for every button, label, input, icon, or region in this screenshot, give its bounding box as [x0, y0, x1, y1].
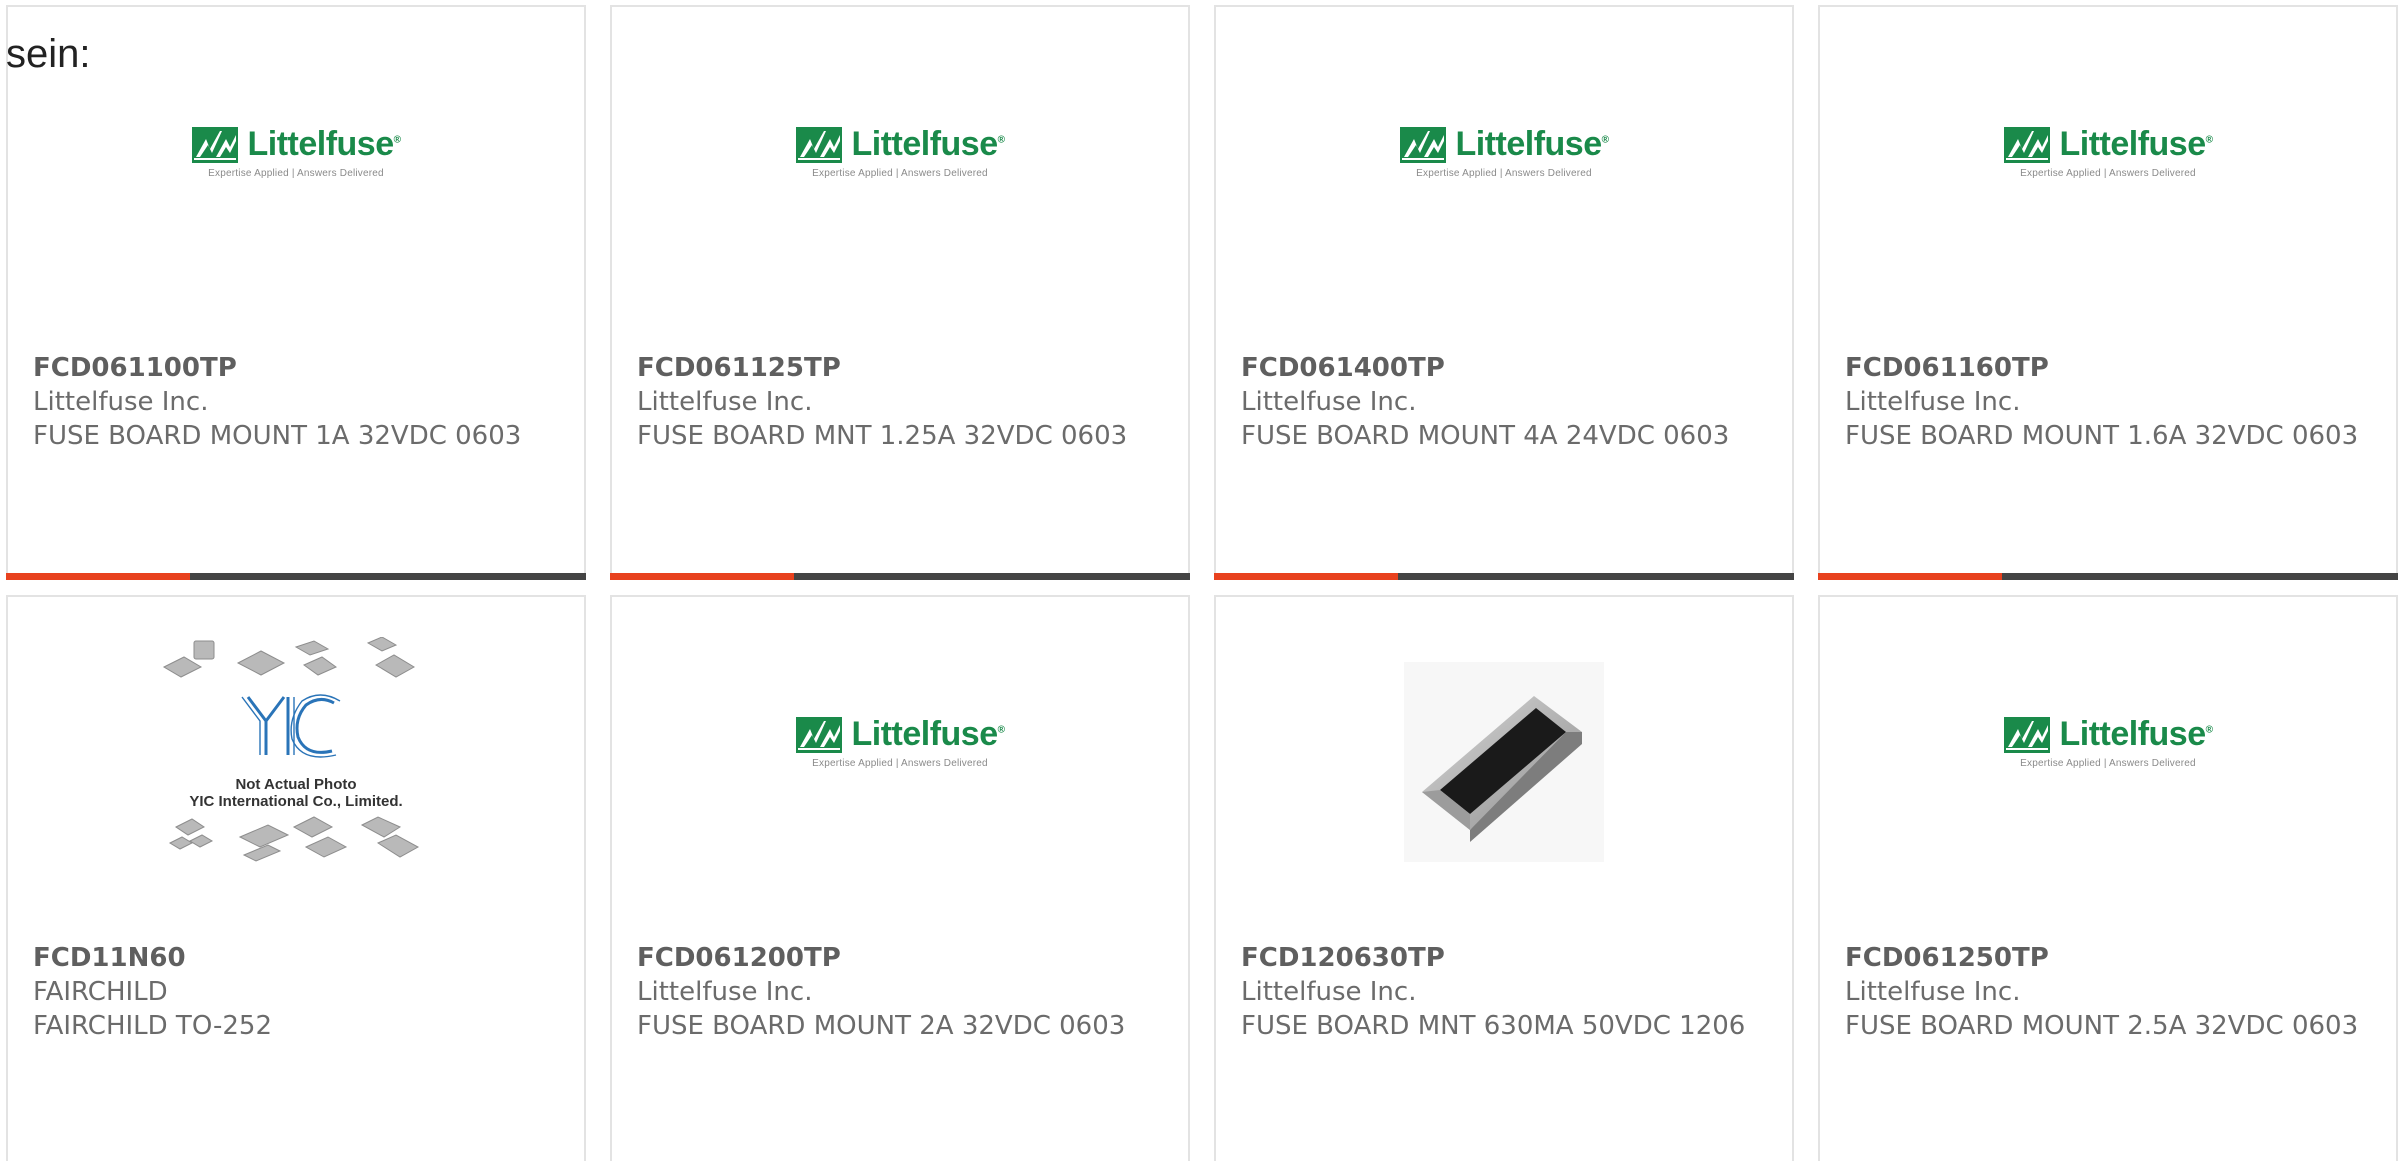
littelfuse-mark-icon	[1399, 126, 1446, 163]
littelfuse-logo: Littelfuse® Expertise Applied | Answers …	[2003, 715, 2213, 769]
card-bar-track	[190, 573, 586, 580]
manufacturer-name: Littelfuse Inc.	[637, 387, 813, 417]
smd-chip-photo	[1404, 662, 1604, 862]
part-number-link[interactable]: FCD061250TP	[1845, 941, 2376, 975]
product-card[interactable]: Littelfuse® Expertise Applied | Answers …	[610, 5, 1190, 580]
product-card[interactable]: Littelfuse® Expertise Applied | Answers …	[1818, 5, 2398, 580]
product-card[interactable]: Littelfuse® Expertise Applied | Answers …	[6, 5, 586, 580]
product-description: FUSE BOARD MOUNT 1.6A 32VDC 0603	[1845, 421, 2359, 451]
product-image[interactable]: Littelfuse® Expertise Applied | Answers …	[1820, 47, 2396, 297]
part-number-link[interactable]: FCD061160TP	[1845, 351, 2376, 385]
card-bar-accent	[1818, 573, 2002, 580]
product-grid: Littelfuse® Expertise Applied | Answers …	[6, 5, 2398, 1161]
lead-text: sein:	[6, 32, 91, 76]
product-description: FUSE BOARD MOUNT 4A 24VDC 0603	[1241, 421, 1730, 451]
product-description: FUSE BOARD MNT 630MA 50VDC 1206	[1241, 1011, 1746, 1041]
littelfuse-wordmark: Littelfuse®	[2059, 715, 2213, 753]
card-bottom-bar	[1214, 573, 1794, 580]
product-image[interactable]: Littelfuse® Expertise Applied | Answers …	[1820, 637, 2396, 887]
manufacturer-name: Littelfuse Inc.	[33, 387, 209, 417]
product-description: FUSE BOARD MOUNT 1A 32VDC 0603	[33, 421, 522, 451]
product-info: FCD061100TP Littelfuse Inc. FUSE BOARD M…	[33, 351, 564, 453]
product-card[interactable]: Littelfuse® Expertise Applied | Answers …	[610, 595, 1190, 1161]
manufacturer-name: Littelfuse Inc.	[1241, 387, 1417, 417]
package-outlines-icon	[162, 636, 420, 862]
littelfuse-wordmark: Littelfuse®	[851, 715, 1005, 753]
card-bar-accent	[6, 573, 190, 580]
card-bar-track	[2002, 573, 2398, 580]
product-image[interactable]: Littelfuse® Expertise Applied | Answers …	[1216, 47, 1792, 297]
product-image[interactable]: Littelfuse® Expertise Applied | Answers …	[612, 637, 1188, 887]
product-info: FCD11N60 FAIRCHILD FAIRCHILD TO-252	[33, 941, 564, 1043]
littelfuse-tagline: Expertise Applied | Answers Delivered	[1416, 168, 1592, 179]
littelfuse-tagline: Expertise Applied | Answers Delivered	[2020, 168, 2196, 179]
product-description: FAIRCHILD TO-252	[33, 1011, 273, 1041]
product-image[interactable]: Littelfuse® Expertise Applied | Answers …	[612, 47, 1188, 297]
product-image[interactable]: Littelfuse® Expertise Applied | Answers …	[8, 47, 584, 297]
part-number-link[interactable]: FCD061200TP	[637, 941, 1168, 975]
littelfuse-wordmark: Littelfuse®	[2059, 125, 2213, 163]
littelfuse-logo: Littelfuse® Expertise Applied | Answers …	[1399, 125, 1609, 179]
product-info: FCD120630TP Littelfuse Inc. FUSE BOARD M…	[1241, 941, 1772, 1043]
manufacturer-name: FAIRCHILD	[33, 977, 168, 1007]
product-info: FCD061400TP Littelfuse Inc. FUSE BOARD M…	[1241, 351, 1772, 453]
product-card[interactable]: Littelfuse® Expertise Applied | Answers …	[1818, 595, 2398, 1161]
product-info: FCD061125TP Littelfuse Inc. FUSE BOARD M…	[637, 351, 1168, 453]
part-number-link[interactable]: FCD11N60	[33, 941, 564, 975]
littelfuse-tagline: Expertise Applied | Answers Delivered	[812, 758, 988, 769]
littelfuse-mark-icon	[795, 126, 842, 163]
card-bottom-bar	[6, 573, 586, 580]
part-number-link[interactable]: FCD061400TP	[1241, 351, 1772, 385]
littelfuse-wordmark: Littelfuse®	[851, 125, 1005, 163]
smd-resistor-icon	[1422, 696, 1582, 842]
card-bar-track	[794, 573, 1190, 580]
card-bottom-bar	[610, 573, 1190, 580]
littelfuse-tagline: Expertise Applied | Answers Delivered	[208, 168, 384, 179]
littelfuse-tagline: Expertise Applied | Answers Delivered	[2020, 758, 2196, 769]
product-description: FUSE BOARD MNT 1.25A 32VDC 0603	[637, 421, 1128, 451]
littelfuse-logo: Littelfuse® Expertise Applied | Answers …	[795, 715, 1005, 769]
product-card[interactable]: Littelfuse® Expertise Applied | Answers …	[1214, 5, 1794, 580]
part-number-link[interactable]: FCD061100TP	[33, 351, 564, 385]
card-bottom-bar	[1818, 573, 2398, 580]
product-description: FUSE BOARD MOUNT 2.5A 32VDC 0603	[1845, 1011, 2359, 1041]
littelfuse-wordmark: Littelfuse®	[247, 125, 401, 163]
product-image[interactable]: Not Actual Photo YIC International Co., …	[8, 636, 584, 887]
product-description: FUSE BOARD MOUNT 2A 32VDC 0603	[637, 1011, 1126, 1041]
littelfuse-logo: Littelfuse® Expertise Applied | Answers …	[2003, 125, 2213, 179]
card-bar-track	[1398, 573, 1794, 580]
product-results-page: sein: Littelfuse® Expertise Applied | An…	[0, 0, 2400, 1161]
littelfuse-mark-icon	[795, 716, 842, 753]
product-image[interactable]	[1216, 637, 1792, 887]
product-info: FCD061160TP Littelfuse Inc. FUSE BOARD M…	[1845, 351, 2376, 453]
littelfuse-mark-icon	[191, 126, 238, 163]
card-bar-accent	[1214, 573, 1398, 580]
manufacturer-name: Littelfuse Inc.	[1845, 977, 2021, 1007]
manufacturer-name: Littelfuse Inc.	[637, 977, 813, 1007]
product-info: FCD061200TP Littelfuse Inc. FUSE BOARD M…	[637, 941, 1168, 1043]
product-card[interactable]: FCD120630TP Littelfuse Inc. FUSE BOARD M…	[1214, 595, 1794, 1161]
littelfuse-mark-icon	[2003, 126, 2050, 163]
card-bar-accent	[610, 573, 794, 580]
product-card[interactable]: Not Actual Photo YIC International Co., …	[6, 595, 586, 1161]
part-number-link[interactable]: FCD120630TP	[1241, 941, 1772, 975]
littelfuse-logo: Littelfuse® Expertise Applied | Answers …	[191, 125, 401, 179]
littelfuse-mark-icon	[2003, 716, 2050, 753]
yic-placeholder-image: Not Actual Photo YIC International Co., …	[156, 636, 436, 887]
littelfuse-wordmark: Littelfuse®	[1455, 125, 1609, 163]
littelfuse-tagline: Expertise Applied | Answers Delivered	[812, 168, 988, 179]
yic-note: Not Actual Photo YIC International Co., …	[189, 776, 403, 810]
manufacturer-name: Littelfuse Inc.	[1241, 977, 1417, 1007]
littelfuse-logo: Littelfuse® Expertise Applied | Answers …	[795, 125, 1005, 179]
part-number-link[interactable]: FCD061125TP	[637, 351, 1168, 385]
manufacturer-name: Littelfuse Inc.	[1845, 387, 2021, 417]
product-info: FCD061250TP Littelfuse Inc. FUSE BOARD M…	[1845, 941, 2376, 1043]
